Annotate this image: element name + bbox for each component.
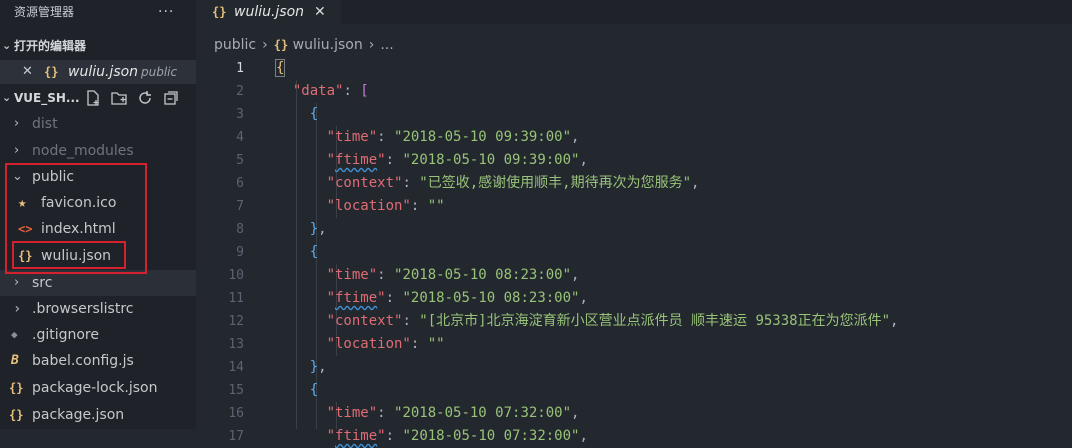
line-number: 14	[228, 360, 244, 375]
new-folder-icon[interactable]	[110, 89, 128, 107]
refresh-icon[interactable]	[136, 89, 154, 107]
line-number: 10	[228, 268, 244, 283]
code-line: "time": "2018-05-10 07:32:00",	[326, 405, 580, 421]
tree-file-gitignore[interactable]: ◆ .gitignore	[0, 322, 196, 348]
line-number: 9	[236, 245, 244, 260]
chevron-right-icon: ›	[368, 37, 375, 53]
tree-folder-node-modules[interactable]: › node_modules	[0, 138, 196, 164]
code-line: "time": "2018-05-10 09:39:00",	[326, 129, 580, 145]
breadcrumb: public › {} wuliu.json ›...	[214, 34, 394, 56]
open-editors-header[interactable]: ⌄ 打开的编辑器	[0, 34, 196, 58]
code-line: "ftime": "2018-05-10 08:23:00",	[326, 290, 588, 306]
line-number: 5	[236, 153, 244, 168]
tab-bar: {} wuliu.json ✕	[196, 0, 1072, 24]
line-number: 2	[236, 84, 244, 99]
json-file-icon: {}	[273, 38, 289, 52]
breadcrumb-tail[interactable]: ...	[380, 37, 393, 53]
explorer-sidebar: 资源管理器 ··· ⌄ 打开的编辑器 ✕ {} wuliu.json publi…	[0, 0, 196, 429]
close-icon[interactable]: ✕	[314, 0, 326, 24]
code-line: },	[309, 221, 327, 237]
json-file-icon: {}	[9, 408, 24, 422]
code-line: {	[309, 106, 319, 122]
line-number: 4	[236, 130, 244, 145]
tree-label: babel.config.js	[32, 353, 134, 369]
tab-wuliu-json[interactable]: {} wuliu.json ✕	[196, 0, 341, 24]
code-line: {	[309, 382, 319, 398]
line-number: 7	[236, 199, 244, 214]
tree-label: dist	[32, 116, 58, 132]
chevron-right-icon: ›	[262, 37, 268, 53]
chevron-right-icon: ›	[14, 116, 20, 131]
tree-folder-dist[interactable]: › dist	[0, 111, 196, 137]
code-line: "ftime": "2018-05-10 09:39:00",	[326, 152, 588, 168]
chevron-right-icon: ›	[14, 143, 20, 158]
line-number: 3	[236, 107, 244, 122]
code-line: "location": ""	[326, 198, 445, 214]
babel-file-icon: B	[11, 353, 19, 368]
explorer-toolbar	[84, 86, 180, 110]
tree-label: package-lock.json	[32, 380, 158, 396]
tree-label: package.json	[32, 407, 125, 423]
open-editors-label: 打开的编辑器	[14, 39, 87, 53]
project-label: VUE_SH...	[14, 91, 80, 105]
breadcrumb-file[interactable]: wuliu.json	[293, 37, 363, 53]
line-number: 11	[228, 291, 244, 306]
json-file-icon: {}	[212, 5, 227, 19]
tab-label: wuliu.json	[234, 4, 305, 20]
line-number: 17	[228, 429, 244, 444]
line-number: 6	[236, 176, 244, 191]
git-file-icon: ◆	[11, 328, 18, 341]
tree-file-package-json[interactable]: {} package.json	[0, 402, 196, 428]
line-number: 1	[236, 61, 244, 76]
json-file-icon: {}	[9, 381, 24, 395]
vscode-window: 资源管理器 ··· ⌄ 打开的编辑器 ✕ {} wuliu.json publi…	[0, 0, 1072, 444]
highlight-box-wuliu	[12, 241, 126, 269]
code-line: "data": [	[292, 83, 369, 99]
explorer-title: 资源管理器	[14, 5, 75, 19]
code-line: "time": "2018-05-10 08:23:00",	[326, 267, 580, 283]
open-editor-path: public	[141, 65, 178, 79]
line-number: 15	[228, 383, 244, 398]
more-actions-icon[interactable]: ···	[158, 0, 174, 24]
code-line: {	[309, 244, 319, 260]
code-line: "context": "已签收,感谢使用顺丰,期待再次为您服务",	[326, 175, 700, 191]
tree-label: .gitignore	[32, 327, 99, 343]
close-icon[interactable]: ✕	[22, 60, 33, 84]
tree-label: .browserslistrc	[32, 301, 134, 317]
code-line: "ftime": "2018-05-10 07:32:00",	[326, 428, 588, 444]
config-file-icon: ›	[13, 301, 22, 317]
code-line: {	[274, 59, 286, 77]
new-file-icon[interactable]	[84, 89, 102, 107]
open-editor-item[interactable]: ✕ {} wuliu.json public	[0, 60, 196, 84]
chevron-down-icon: ⌄	[2, 91, 12, 104]
breadcrumb-folder[interactable]: public	[214, 37, 256, 53]
line-number: 12	[228, 314, 244, 329]
tree-file-package-lock[interactable]: {} package-lock.json	[0, 375, 196, 401]
line-number: 16	[228, 406, 244, 421]
code-line: },	[309, 359, 327, 375]
line-number: 13	[228, 337, 244, 352]
json-file-icon: {}	[44, 65, 59, 79]
code-line: "location": ""	[326, 336, 445, 352]
line-number: 8	[236, 222, 244, 237]
tree-label: node_modules	[32, 143, 134, 159]
code-line: "context": "[北京市]北京海淀育新小区营业点派件员 顺丰速运 953…	[326, 313, 899, 329]
tree-file-babel-config[interactable]: B babel.config.js	[0, 348, 196, 374]
open-editor-filename: wuliu.json	[68, 64, 139, 80]
collapse-all-icon[interactable]	[162, 89, 180, 107]
chevron-down-icon: ⌄	[2, 39, 12, 52]
tree-file-browserslistrc[interactable]: › .browserslistrc	[0, 296, 196, 322]
